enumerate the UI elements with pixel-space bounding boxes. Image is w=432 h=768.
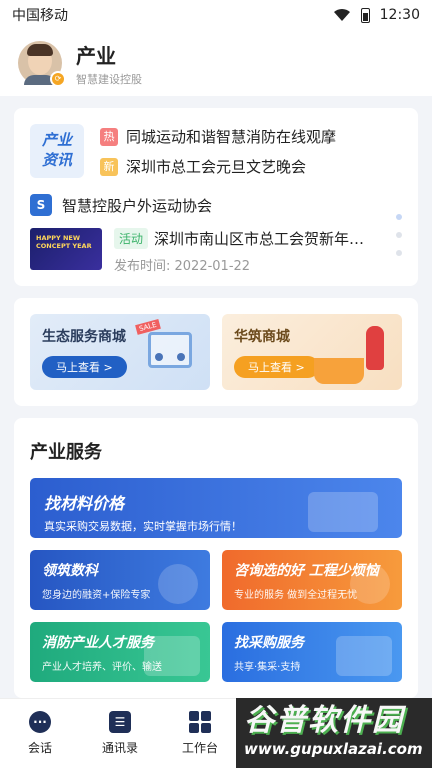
tab-label: 通讯录 — [101, 741, 138, 755]
carrier-label: 中国移动 — [12, 8, 68, 24]
view-now-button[interactable]: 马上查看 > — [234, 356, 319, 378]
industry-services-card: 产业服务 找材料价格 真实采购交易数据，实时掌握市场行情！ 领筑数科 您身边的融… — [14, 418, 418, 698]
eco-service-mall-banner[interactable]: 生态服务商城 马上查看 > SALE — [30, 314, 210, 390]
publish-date: 发布时间: 2022-01-22 — [114, 259, 251, 274]
tab-workbench[interactable]: 工作台 — [160, 699, 240, 768]
news-title: 深圳市总工会元旦文艺晚会 — [126, 158, 307, 176]
shopping-cart-icon — [148, 332, 192, 368]
hot-tag: 热 — [100, 127, 118, 146]
activity-tag: 活动 — [114, 228, 149, 249]
carousel-dot — [396, 214, 402, 220]
whiteboard-icon — [144, 636, 200, 676]
site-watermark: 谷普软件园 www.gupuxlazai.com — [236, 698, 432, 768]
association-item[interactable]: S 智慧控股户外运动协会 — [30, 194, 212, 216]
status-indicators: 12:30 — [333, 7, 420, 23]
page-header: ⟳ 产业 智慧建设控股 — [0, 30, 432, 96]
news-title: 同城运动和谐智慧消防在线观摩 — [126, 128, 337, 146]
battery-icon — [360, 7, 370, 23]
service-tile-talent[interactable]: 消防产业人才服务 产业人才培养、评价、输送 — [30, 622, 210, 682]
featured-news-item[interactable]: 活动 深圳市南山区市总工会贺新年… 发布时间: 2022-01-22 — [114, 228, 374, 274]
chat-icon: ··· — [29, 711, 51, 733]
industry-news-logo: 产业 资讯 — [30, 124, 84, 178]
huazhu-mall-banner[interactable]: 华筑商城 马上查看 > — [222, 314, 402, 390]
org-name[interactable]: 智慧建设控股 — [76, 71, 142, 87]
status-bar: 中国移动 12:30 — [0, 0, 432, 30]
news-title: 深圳市南山区市总工会贺新年… — [154, 230, 365, 248]
carousel-dot — [396, 250, 402, 256]
header-text: 产业 智慧建设控股 — [76, 40, 142, 87]
person-icon — [350, 564, 390, 604]
tab-label: 会话 — [27, 741, 52, 755]
hot-news-item[interactable]: 热 同城运动和谐智慧消防在线观摩 — [100, 126, 336, 147]
tab-chat[interactable]: ··· 会话 — [0, 699, 80, 768]
basket-icon — [314, 358, 364, 384]
association-name: 智慧控股户外运动协会 — [62, 196, 213, 215]
tab-contacts[interactable]: ☰ 通讯录 — [80, 699, 160, 768]
new-news-item[interactable]: 新 深圳市总工会元旦文艺晚会 — [100, 156, 306, 177]
view-now-button[interactable]: 马上查看 > — [42, 356, 127, 378]
news-thumbnail[interactable]: HAPPY NEW CONCEPT YEAR — [30, 228, 102, 270]
page-title: 产业 — [76, 43, 116, 68]
news-card: 产业 资讯 热 同城运动和谐智慧消防在线观摩 新 深圳市总工会元旦文艺晚会 S 智… — [14, 108, 418, 286]
fire-extinguisher-icon — [366, 326, 384, 370]
main-content[interactable]: 产业 资讯 热 同城运动和谐智慧消防在线观摩 新 深圳市总工会元旦文艺晚会 S 智… — [0, 96, 432, 698]
watermark-url: www.gupuxlazai.com — [244, 740, 423, 758]
new-tag: 新 — [100, 157, 118, 176]
network-icon — [336, 636, 392, 676]
service-tile-finance[interactable]: 领筑数科 您身边的融资+保险专家 — [30, 550, 210, 610]
material-price-banner[interactable]: 找材料价格 真实采购交易数据，实时掌握市场行情！ — [30, 478, 402, 538]
association-logo-icon: S — [30, 194, 52, 216]
shield-icon — [158, 564, 198, 604]
workbench-icon — [189, 711, 211, 733]
avatar[interactable]: ⟳ — [18, 41, 66, 87]
service-tile-consulting[interactable]: 咨询选的好 工程少烦恼 专业的服务 做到全过程无忧 — [222, 550, 402, 610]
malls-card: 生态服务商城 马上查看 > SALE 华筑商城 马上查看 > — [14, 298, 418, 406]
section-title: 产业服务 — [30, 442, 102, 463]
tab-label: 工作台 — [181, 741, 218, 755]
service-tile-procurement[interactable]: 找采购服务 共享·集采·支持 — [222, 622, 402, 682]
chart-board-icon — [308, 492, 378, 532]
watermark-title: 谷普软件园 — [244, 703, 404, 738]
service-grid: 领筑数科 您身边的融资+保险专家 咨询选的好 工程少烦恼 专业的服务 做到全过程… — [30, 550, 402, 682]
carousel-indicator — [396, 214, 402, 256]
contacts-icon: ☰ — [109, 711, 131, 733]
switch-org-icon[interactable]: ⟳ — [50, 71, 66, 87]
clock-label: 12:30 — [379, 7, 420, 23]
carousel-dot — [396, 232, 402, 238]
wifi-icon — [333, 8, 350, 21]
